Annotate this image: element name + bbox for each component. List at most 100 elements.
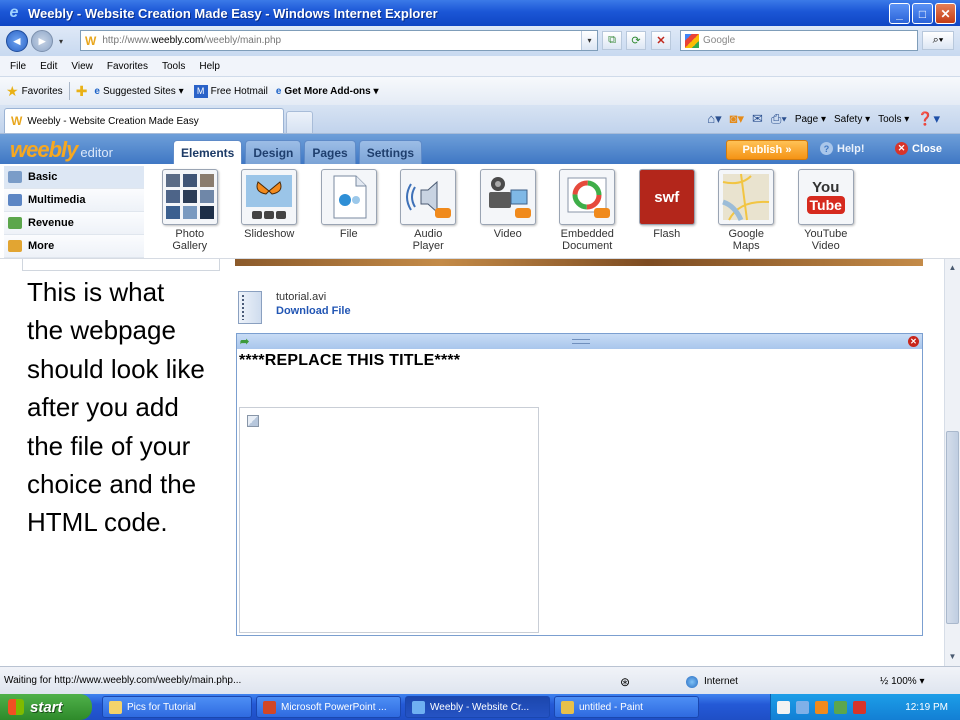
safety-menu[interactable]: Safety ▾ [834, 114, 870, 125]
close-icon: ✕ [895, 142, 908, 155]
scroll-thumb[interactable] [946, 431, 959, 624]
ie-page-icon: e [94, 85, 100, 97]
tab-elements[interactable]: Elements [173, 140, 243, 165]
menu-tools[interactable]: Tools [162, 61, 185, 72]
tab-design[interactable]: Design [245, 140, 302, 164]
favorites-button[interactable]: Favorites [22, 86, 63, 97]
scroll-up-icon[interactable]: ▲ [945, 261, 960, 275]
task-powerpoint[interactable]: Microsoft PowerPoint ... [256, 696, 401, 718]
feeds-icon[interactable]: ◙▾ [730, 111, 744, 127]
task-paint[interactable]: untitled - Paint [554, 696, 699, 718]
tools-menu[interactable]: Tools ▾ [878, 114, 909, 125]
element-photo-gallery[interactable]: Photo Gallery [150, 169, 230, 252]
element-google-maps[interactable]: Google Maps [707, 169, 787, 252]
element-label: Google Maps [728, 228, 764, 252]
maximize-button[interactable]: □ [912, 3, 933, 24]
start-button[interactable]: start [0, 694, 92, 720]
tray-network-icon[interactable] [796, 700, 809, 714]
element-video[interactable]: Video [468, 169, 548, 252]
powerpoint-icon [263, 700, 276, 714]
tray-app-icon[interactable] [815, 700, 828, 714]
forward-button[interactable]: ▸ [31, 30, 53, 52]
move-arrow-icon[interactable]: ➦ [240, 335, 249, 348]
category-basic[interactable]: Basic [4, 166, 144, 189]
download-file-link[interactable]: Download File [276, 305, 351, 317]
menu-favorites[interactable]: Favorites [107, 61, 148, 72]
tab-pages[interactable]: Pages [304, 140, 356, 164]
scroll-down-icon[interactable]: ▼ [945, 650, 960, 664]
element-file[interactable]: File [309, 169, 389, 252]
category-revenue[interactable]: Revenue [4, 212, 144, 235]
zoom-level[interactable]: ½ 100% ▾ [880, 676, 925, 687]
task-weebly-ie[interactable]: Weebly - Website Cr... [405, 696, 550, 718]
window-title: Weebly - Website Creation Made Easy - Wi… [28, 5, 438, 21]
favorites-bar: ★ Favorites ✚ e Suggested Sites ▾ M Free… [0, 77, 960, 105]
status-bar: Waiting for http://www.weebly.com/weebly… [0, 666, 960, 694]
search-button[interactable]: ⌕▾ [922, 31, 954, 50]
system-tray: 12:19 PM [770, 694, 960, 720]
element-embedded-document[interactable]: Embedded Document [548, 169, 628, 252]
window-titlebar: e Weebly - Website Creation Made Easy - … [0, 0, 960, 26]
category-multimedia[interactable]: Multimedia [4, 189, 144, 212]
history-dropdown-icon[interactable]: ▾ [59, 37, 63, 46]
html-title-text[interactable]: ****REPLACE THIS TITLE**** [237, 349, 922, 373]
element-label: File [339, 228, 358, 240]
element-label: Photo Gallery [172, 228, 208, 252]
video-camera-icon [479, 169, 536, 225]
print-icon[interactable]: ⎙▾ [771, 111, 787, 127]
address-toolbar: ◂ ▸ ▾ W http://www. weebly.com/weebly/mai… [0, 26, 960, 56]
element-audio-player[interactable]: Audio Player [389, 169, 469, 252]
tray-help-icon[interactable] [777, 700, 790, 714]
tray-shield-icon[interactable] [834, 700, 847, 714]
delete-element-icon[interactable]: ✕ [908, 336, 919, 347]
tab-settings[interactable]: Settings [358, 140, 423, 164]
minimize-button[interactable]: _ [889, 3, 910, 24]
element-youtube-video[interactable]: You Tube YouTube Video [786, 169, 866, 252]
address-field[interactable]: W http://www. weebly.com/weebly/main.php … [80, 30, 598, 51]
back-button[interactable]: ◂ [6, 30, 28, 52]
element-slideshow[interactable]: Slideshow [230, 169, 310, 252]
file-element[interactable]: tutorial.avi Download File [238, 291, 351, 324]
add-favorite-icon[interactable]: ✚ [76, 83, 88, 100]
page-menu[interactable]: Page ▾ [795, 114, 826, 125]
menu-edit[interactable]: Edit [40, 61, 57, 72]
drag-grip-icon[interactable] [572, 339, 590, 344]
element-label: Slideshow [244, 228, 295, 240]
close-editor-button[interactable]: ✕ Close [895, 142, 942, 155]
address-dropdown-icon[interactable]: ▾ [581, 31, 597, 50]
compatibility-icon[interactable]: ⧉ [602, 31, 622, 50]
publish-button[interactable]: Publish » [726, 140, 808, 160]
element-label: Video [493, 228, 522, 240]
menu-file[interactable]: File [10, 61, 26, 72]
menu-view[interactable]: View [71, 61, 93, 72]
search-input[interactable]: Google [680, 30, 918, 51]
windows-logo-icon [8, 699, 24, 715]
help-link[interactable]: ? Help! [820, 142, 865, 155]
category-more[interactable]: More [4, 235, 144, 258]
new-tab-button[interactable] [286, 111, 313, 133]
browser-tab-weebly[interactable]: W Weebly - Website Creation Made Easy [4, 108, 284, 133]
element-handle-bar[interactable]: ➦ ✕ [237, 334, 922, 349]
home-icon[interactable]: ⌂▾ [707, 111, 721, 127]
element-flash[interactable]: swf Flash [627, 169, 707, 252]
task-pics-for-tutorial[interactable]: Pics for Tutorial [102, 696, 252, 718]
embedded-document-icon [559, 169, 616, 225]
tray-security-icon[interactable] [853, 700, 866, 714]
custom-html-element[interactable]: ➦ ✕ ****REPLACE THIS TITLE**** [236, 333, 923, 636]
more-icon [8, 240, 22, 252]
embedded-frame [239, 407, 539, 633]
paint-icon [561, 700, 574, 714]
vertical-scrollbar[interactable]: ▲ ▼ [944, 259, 960, 666]
menu-help[interactable]: Help [199, 61, 220, 72]
photo-gallery-icon [161, 169, 218, 225]
suggested-sites-link[interactable]: Suggested Sites ▾ [103, 86, 184, 97]
refresh-icon[interactable]: ⟳ [626, 31, 646, 50]
close-window-button[interactable]: ✕ [935, 3, 956, 24]
multimedia-icon [8, 194, 22, 206]
sidebar-box [22, 259, 220, 271]
help-icon[interactable]: ❓▾ [917, 111, 940, 127]
free-hotmail-link[interactable]: Free Hotmail [211, 86, 268, 97]
stop-icon[interactable]: ✕ [651, 31, 671, 50]
mail-icon[interactable]: ✉ [752, 111, 763, 127]
get-addons-link[interactable]: Get More Add-ons ▾ [284, 86, 378, 97]
